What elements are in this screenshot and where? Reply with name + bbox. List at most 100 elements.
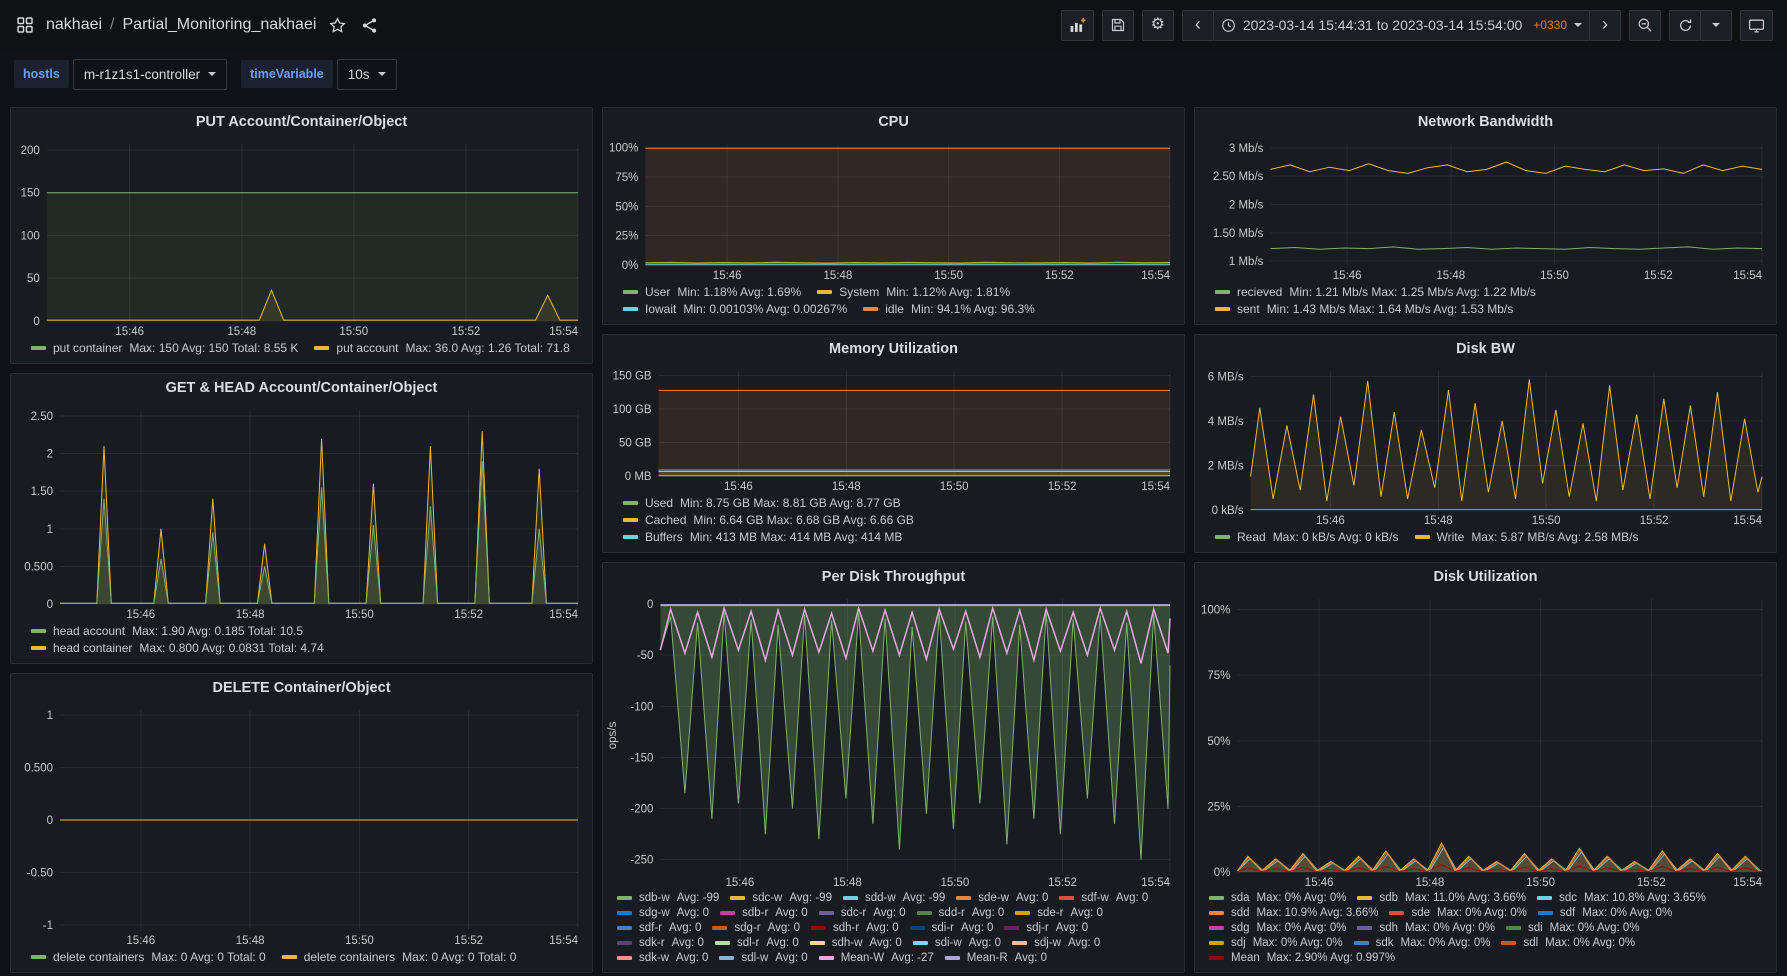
panel-title[interactable]: DELETE Container/Object	[11, 674, 592, 703]
legend-item-sdj-r[interactable]: sdj-r Avg: 0	[1004, 922, 1088, 934]
legend-item-sdl-r[interactable]: sdl-r Avg: 0	[714, 937, 799, 949]
legend-item-sdh-w[interactable]: sdh-w Avg: 0	[809, 937, 902, 949]
legend-item-sdk-w[interactable]: sdk-w Avg: 0	[617, 952, 708, 964]
legend-item-sdd-w[interactable]: sdd-w Avg: -99	[842, 892, 945, 904]
series-color-swatch	[818, 911, 834, 915]
panel-title[interactable]: CPU	[603, 108, 1184, 137]
legend-item-user[interactable]: User Min: 1.18% Avg: 1.69%	[623, 285, 801, 299]
legend-item-sdk-r[interactable]: sdk-r Avg: 0	[617, 937, 704, 949]
legend-item-sda[interactable]: sda Max: 0% Avg: 0%	[1209, 892, 1346, 904]
add-panel-button[interactable]	[1060, 9, 1094, 41]
legend-item-mean-w[interactable]: Mean-W Avg: -27	[818, 952, 934, 964]
legend-item-sdl[interactable]: sdl Max: 0% Avg: 0%	[1501, 937, 1635, 949]
save-dashboard-button[interactable]	[1101, 9, 1134, 41]
legend-item-sdg-r[interactable]: sdg-r Avg: 0	[712, 922, 800, 934]
legend-item-sdg[interactable]: sdg Max: 0% Avg: 0%	[1209, 922, 1346, 934]
legend-item-idle[interactable]: idle Min: 94.1% Avg: 96.3%	[863, 302, 1035, 316]
legend-item-sdc-w[interactable]: sdc-w Avg: -99	[730, 892, 832, 904]
legend-item-delete-containers[interactable]: delete containers Max: 0 Avg: 0 Total: 0	[31, 950, 266, 964]
time-series-chart[interactable]: 6 MB/s 4 MB/s 2 MB/s 0 kB/s 15:46 15:48 15:50 1…	[1197, 364, 1770, 528]
legend-item-put-container[interactable]: put container Max: 150 Avg: 150 Total: 8.…	[31, 341, 298, 355]
legend-item-sdg-w[interactable]: sdg-w Avg: 0	[617, 907, 709, 919]
legend-item-sdb-r[interactable]: sdb-r Avg: 0	[720, 907, 808, 919]
legend-item-sdf-w[interactable]: sdf-w Avg: 0	[1059, 892, 1148, 904]
legend-item-sdj-w[interactable]: sdj-w Avg: 0	[1012, 937, 1100, 949]
legend-item-sdi[interactable]: sdi Max: 0% Avg: 0%	[1505, 922, 1640, 934]
panel-title[interactable]: Network Bandwidth	[1195, 108, 1776, 137]
panel-title[interactable]: Disk Utilization	[1195, 563, 1776, 592]
breadcrumb-folder[interactable]: nakhaei	[46, 16, 102, 34]
legend-item-sdd[interactable]: sdd Max: 10.9% Avg: 3.66%	[1209, 907, 1378, 919]
panel-title[interactable]: PUT Account/Container/Object	[11, 108, 592, 137]
time-series-chart[interactable]: 0 -50 -100 -150 -200 -250 15:46 15:48 15:50 15:52…	[605, 592, 1178, 890]
legend-item-delete-containers[interactable]: delete containers Max: 0 Avg: 0 Total: 0	[281, 950, 516, 964]
share-icon[interactable]	[358, 14, 380, 36]
series-stats: Max: 0% Avg: 0%	[1405, 922, 1495, 934]
svg-text:100%: 100%	[1201, 605, 1230, 617]
legend-item-head-container[interactable]: head container Max: 0.800 Avg: 0.0831 Tot…	[31, 641, 324, 655]
legend-item-cached[interactable]: Cached Min: 6.64 GB Max: 6.68 GB Avg: 6.6…	[623, 513, 914, 527]
legend: sda Max: 0% Avg: 0% sdb Max: 11.0% Avg: 3.6…	[1195, 890, 1776, 972]
panel-title[interactable]: Disk BW	[1195, 335, 1776, 364]
svg-text:15:52: 15:52	[454, 935, 483, 947]
legend-item-sde-w[interactable]: sde-w Avg: 0	[956, 892, 1048, 904]
legend-item-sdc[interactable]: sdc Max: 10.8% Avg: 3.65%	[1537, 892, 1706, 904]
panel-title[interactable]: Per Disk Throughput	[603, 563, 1184, 592]
svg-text:-50: -50	[637, 650, 654, 662]
legend-item-sde[interactable]: sde Max: 0% Avg: 0%	[1389, 907, 1527, 919]
breadcrumb-dashboard[interactable]: Partial_Monitoring_nakhaei	[123, 16, 317, 34]
variable-hostls-dropdown[interactable]: m-r1z1s1-controller	[72, 58, 228, 90]
apps-grid-icon[interactable]	[14, 14, 36, 36]
legend-item-sdi-w[interactable]: sdi-w Avg: 0	[912, 937, 1001, 949]
series-stats: Avg: 0	[1067, 937, 1101, 949]
star-icon[interactable]	[326, 14, 348, 36]
series-color-swatch	[31, 346, 46, 350]
series-color-swatch	[1357, 896, 1373, 900]
panel-title[interactable]: GET & HEAD Account/Container/Object	[11, 374, 592, 403]
legend-item-sdb[interactable]: sdb Max: 11.0% Avg: 3.66%	[1357, 892, 1526, 904]
legend-item-sdi-r[interactable]: sdi-r Avg: 0	[909, 922, 993, 934]
legend-item-mean-r[interactable]: Mean-R Avg: 0	[944, 952, 1047, 964]
legend-item-sdh-r[interactable]: sdh-r Avg: 0	[811, 922, 899, 934]
legend-item-buffers[interactable]: Buffers Min: 413 MB Max: 414 MB Avg: 414 …	[623, 530, 902, 544]
time-series-chart[interactable]: 100% 75% 50% 25% 0% 15:46 15:48 15:50 15:52 15:54	[605, 137, 1178, 283]
refresh-button[interactable]	[1669, 9, 1701, 41]
time-shift-back-button[interactable]: ‹	[1181, 9, 1214, 41]
legend-item-read[interactable]: Read Max: 0 kB/s Avg: 0 kB/s	[1215, 530, 1399, 544]
dashboard-settings-button[interactable]: ⚙	[1141, 9, 1174, 41]
legend-item-head-account[interactable]: head account Max: 1.90 Avg: 0.185 Total: …	[31, 624, 303, 638]
legend-item-sdj[interactable]: sdj Max: 0% Avg: 0%	[1209, 937, 1343, 949]
time-series-chart[interactable]: 150 GB 100 GB 50 GB 0 MB 15:46 15:48 15:50 15:5…	[605, 364, 1178, 494]
legend-item-sent[interactable]: sent Min: 1.43 Mb/s Max: 1.64 Mb/s Avg: 1…	[1215, 302, 1513, 316]
time-shift-forward-button[interactable]: ›	[1589, 9, 1621, 41]
time-range-button[interactable]: 2023-03-14 15:44:31 to 2023-03-14 15:54:…	[1212, 9, 1590, 41]
time-series-chart[interactable]: 3 Mb/s 2.50 Mb/s 2 Mb/s 1.50 Mb/s 1 Mb/s 15:4…	[1197, 137, 1770, 283]
legend-item-sdl-w[interactable]: sdl-w Avg: 0	[719, 952, 808, 964]
time-series-chart[interactable]: 200 150 100 50 0 15:46 15:48 15:50 15:52 15:54	[13, 137, 586, 339]
cycle-view-mode-button[interactable]	[1740, 9, 1773, 41]
legend-item-sdh[interactable]: sdh Max: 0% Avg: 0%	[1357, 922, 1495, 934]
legend-item-sdb-w[interactable]: sdb-w Avg: -99	[617, 892, 719, 904]
legend-item-mean[interactable]: Mean Max: 2.90% Avg: 0.997%	[1209, 952, 1395, 964]
time-series-chart[interactable]: 1 0.500 0 -0.50 -1 15:46 15:48 15:50 15:52 15:54	[13, 703, 586, 948]
legend-item-used[interactable]: Used Min: 8.75 GB Max: 8.81 GB Avg: 8.77 …	[623, 496, 901, 510]
legend-item-iowait[interactable]: Iowait Min: 0.00103% Avg: 0.00267%	[623, 302, 847, 316]
legend-item-sdd-r[interactable]: sdd-r Avg: 0	[916, 907, 1004, 919]
variable-timevariable-dropdown[interactable]: 10s	[336, 58, 397, 90]
series-color-swatch	[811, 926, 827, 930]
time-series-chart[interactable]: 2.50 2 1.50 1 0.500 0 15:46 15:48 15:50 15:52 15:5…	[13, 403, 586, 622]
legend-item-sdk[interactable]: sdk Max: 0% Avg: 0%	[1353, 937, 1490, 949]
panel-title[interactable]: Memory Utilization	[603, 335, 1184, 364]
refresh-interval-button[interactable]	[1700, 9, 1732, 41]
svg-text:15:46: 15:46	[1305, 877, 1334, 889]
legend-item-recieved[interactable]: recieved Min: 1.21 Mb/s Max: 1.25 Mb/s Av…	[1215, 285, 1536, 299]
time-series-chart[interactable]: 100% 75% 50% 25% 0% 15:46 15:48 15:50 15:52 15:54	[1197, 592, 1770, 890]
zoom-out-time-button[interactable]	[1629, 9, 1661, 41]
legend-item-write[interactable]: Write Max: 5.87 MB/s Avg: 2.58 MB/s	[1414, 530, 1639, 544]
legend-item-system[interactable]: System Min: 1.12% Avg: 1.81%	[817, 285, 1010, 299]
legend-item-sde-r[interactable]: sde-r Avg: 0	[1015, 907, 1103, 919]
legend-item-put-account[interactable]: put account Max: 36.0 Avg: 1.26 Total: 71…	[314, 341, 570, 355]
legend-item-sdc-r[interactable]: sdc-r Avg: 0	[818, 907, 906, 919]
legend-item-sdf[interactable]: sdf Max: 0% Avg: 0%	[1537, 907, 1672, 919]
legend-item-sdf-r[interactable]: sdf-r Avg: 0	[617, 922, 701, 934]
